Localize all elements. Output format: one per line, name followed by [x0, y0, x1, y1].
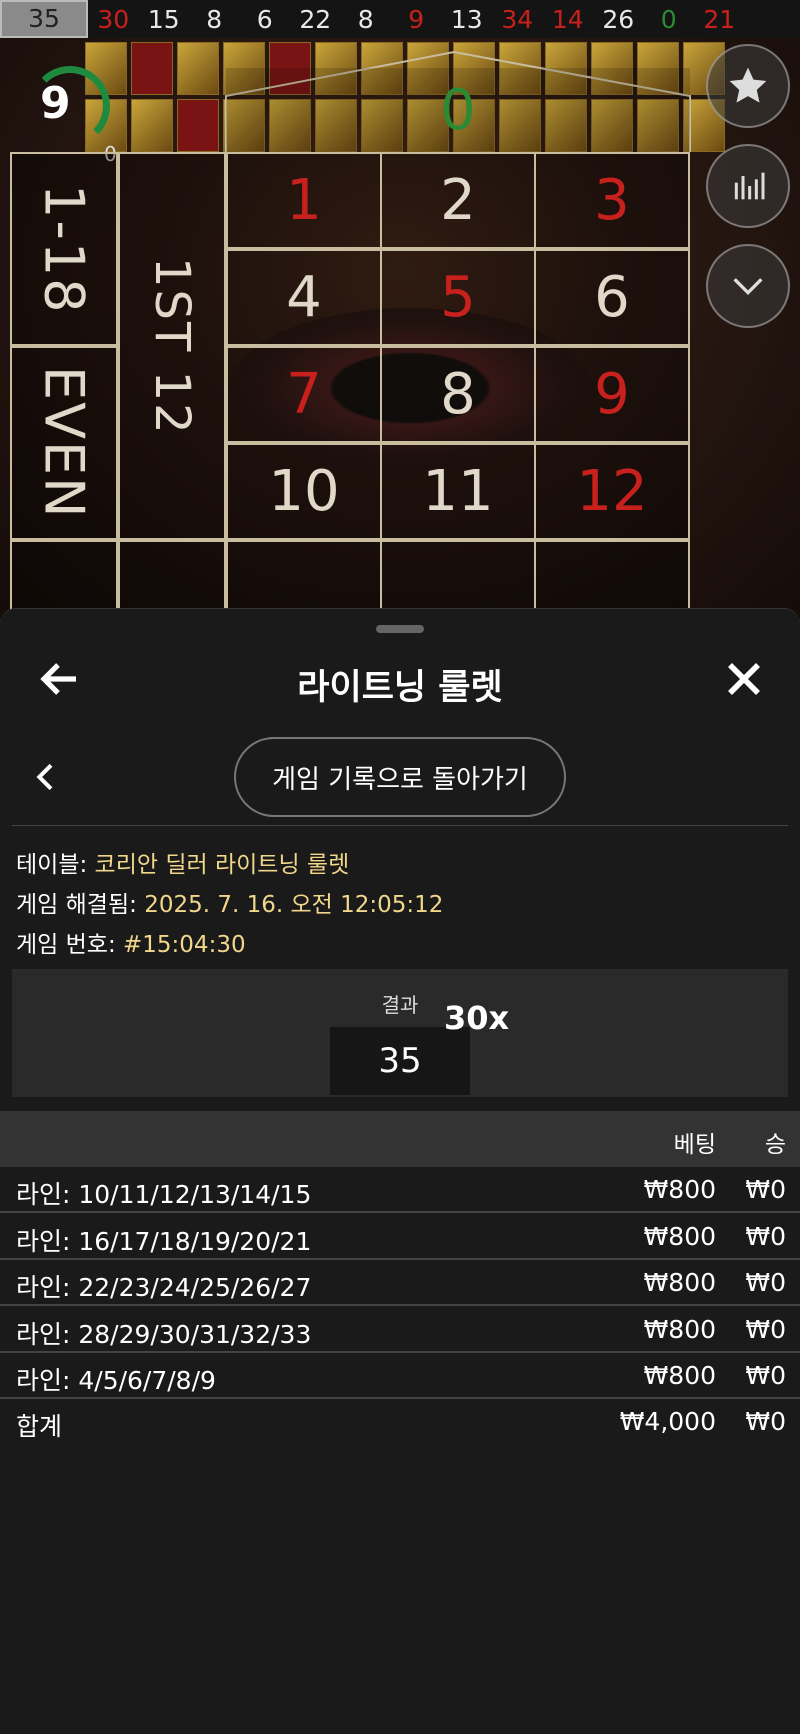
total-win: ₩0 [745, 1407, 786, 1436]
collapse-button[interactable] [706, 244, 790, 328]
bet-row: 라인: 22/23/24/25/26/27 ₩800 ₩0 [0, 1260, 800, 1306]
history-nav: 게임 기록으로 돌아가기 [0, 737, 800, 819]
game-number-value: #15:04:30 [123, 932, 246, 958]
bet-number-6[interactable]: 6 [534, 249, 690, 346]
history-number: 0 [660, 4, 677, 34]
bet-label: 라인: 4/5/6/7/8/9 [16, 1366, 216, 1395]
bet-1-18[interactable]: 1-18 [10, 152, 118, 346]
history-number: 8 [357, 4, 374, 34]
bet-number-12[interactable]: 12 [534, 443, 690, 540]
result-box: 결과 35 30x [12, 969, 788, 1097]
bet-amount: ₩800 [643, 1268, 716, 1297]
total-label: 합계 [16, 1412, 63, 1441]
bet-label: 라인: 28/29/30/31/32/33 [16, 1319, 312, 1349]
history-number: 9 [408, 4, 425, 34]
win-amount: ₩0 [745, 1268, 786, 1297]
chevron-down-icon [733, 278, 763, 296]
bet-dozen-1[interactable]: 1ST 12 [118, 152, 226, 540]
bet-number-7[interactable]: 7 [226, 346, 382, 443]
bet-number-1[interactable]: 1 [226, 152, 382, 249]
history-number: 8 [206, 4, 223, 34]
bet-row: 라인: 4/5/6/7/8/9 ₩800 ₩0 [0, 1353, 800, 1399]
game-number-info: 게임 번호: #15:04:30 [16, 925, 246, 959]
total-row: 합계 ₩4,000 ₩0 [0, 1399, 800, 1445]
history-number: 13 [450, 4, 483, 34]
bet-number-11[interactable]: 11 [380, 443, 536, 540]
win-amount: ₩0 [745, 1314, 786, 1344]
favorite-button[interactable] [706, 44, 790, 128]
bet-even-label: EVEN [32, 366, 96, 520]
win-amount: ₩0 [745, 1175, 786, 1204]
total-bet: ₩4,000 [619, 1407, 716, 1436]
bet-amount: ₩800 [643, 1221, 716, 1251]
sheet-grabber[interactable] [376, 625, 424, 633]
history-number: 14 [551, 4, 584, 34]
history-number: 6 [256, 4, 273, 34]
result-label: 결과 [381, 993, 419, 1017]
history-number: 34 [501, 4, 534, 34]
table-info-label: 테이블: [16, 852, 88, 878]
table-info-value: 코리안 딜러 라이트닝 룰렛 [94, 852, 350, 878]
bet-label: 라인: 10/11/12/13/14/15 [16, 1180, 312, 1209]
bet-amount: ₩800 [643, 1314, 716, 1344]
resolved-value: 2025. 7. 16. 오전 12:05:12 [144, 892, 444, 918]
back-to-history-button[interactable]: 게임 기록으로 돌아가기 [234, 737, 566, 817]
chevron-left-icon[interactable] [26, 757, 66, 797]
win-amount: ₩0 [745, 1221, 786, 1251]
resolved-info: 게임 해결됨: 2025. 7. 16. 오전 12:05:12 [16, 885, 443, 919]
history-number: 21 [703, 4, 736, 34]
bet-amount: ₩800 [643, 1361, 716, 1390]
stats-icon [734, 172, 765, 200]
game-number-label: 게임 번호: [16, 932, 116, 958]
history-number: 26 [602, 4, 635, 34]
close-icon[interactable] [720, 655, 768, 703]
bet-amount: ₩800 [643, 1175, 716, 1204]
result-number: 35 [330, 1027, 470, 1095]
statistics-button[interactable] [706, 144, 790, 228]
lightning-multiplier: 30x [444, 999, 510, 1037]
bet-even[interactable]: EVEN [10, 346, 118, 540]
bet-number-9[interactable]: 9 [534, 346, 690, 443]
bet-row: 라인: 28/29/30/31/32/33 ₩800 ₩0 [0, 1307, 800, 1353]
star-icon [729, 67, 767, 103]
history-number: 15 [147, 4, 180, 34]
bet-zero[interactable]: 0 [226, 68, 690, 152]
bets-table-header: 베팅 승 [0, 1111, 800, 1167]
bet-number-5[interactable]: 5 [380, 249, 536, 346]
bet-row: 라인: 10/11/12/13/14/15 ₩800 ₩0 [0, 1167, 800, 1213]
history-detail-sheet: 라이트닝 룰렛 게임 기록으로 돌아가기 테이블: 코리안 딜러 라이트닝 룰렛… [0, 608, 800, 1734]
bet-number-4[interactable]: 4 [226, 249, 382, 346]
table-info: 테이블: 코리안 딜러 라이트닝 룰렛 [16, 845, 349, 879]
result-history-strip: 35 30 15 8 6 22 8 9 13 34 14 26 0 21 [0, 0, 800, 38]
bet-row: 라인: 16/17/18/19/20/21 ₩800 ₩0 [0, 1214, 800, 1260]
bet-dozen-label: 1ST 12 [144, 256, 200, 436]
divider [12, 825, 788, 826]
bet-number-10[interactable]: 10 [226, 443, 382, 540]
sheet-header: 라이트닝 룰렛 [0, 649, 800, 709]
bet-1-18-label: 1-18 [32, 183, 96, 315]
betting-board: 0 1-18 EVEN 1ST 12 1 2 3 4 5 6 7 8 9 10 11 12 [0, 38, 800, 620]
bet-label: 라인: 22/23/24/25/26/27 [16, 1273, 312, 1302]
resolved-label: 게임 해결됨: [16, 892, 137, 918]
bet-label: 라인: 16/17/18/19/20/21 [16, 1226, 312, 1256]
history-number: 30 [97, 4, 130, 34]
win-amount: ₩0 [745, 1361, 786, 1390]
sheet-title: 라이트닝 룰렛 [297, 668, 503, 708]
history-number: 35 [0, 0, 88, 38]
bet-number-3[interactable]: 3 [534, 152, 690, 249]
bet-number-8[interactable]: 8 [380, 346, 536, 443]
column-win: 승 [764, 1132, 786, 1158]
bet-number-2[interactable]: 2 [380, 152, 536, 249]
column-bet: 베팅 [673, 1132, 716, 1158]
history-number: 22 [299, 4, 332, 34]
